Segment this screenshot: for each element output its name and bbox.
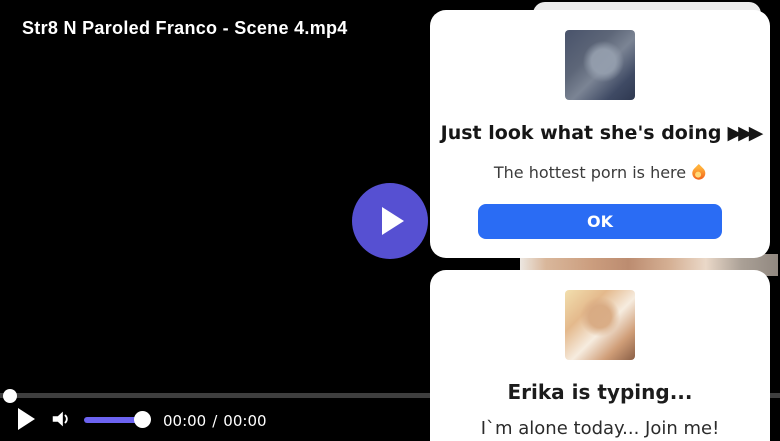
triple-arrows-icon: ▶▶▶: [727, 122, 763, 144]
fire-icon: [689, 164, 709, 183]
chat-popup[interactable]: Erika is typing... I`m alone today... Jo…: [430, 270, 770, 441]
duration: 00:00: [223, 412, 267, 430]
offer-title: Just look what she's doing ▶▶▶: [440, 122, 764, 144]
volume-icon[interactable]: [50, 408, 72, 430]
offer-thumbnail-image[interactable]: [565, 30, 635, 100]
video-title: Str8 N Paroled Franco - Scene 4.mp4: [22, 18, 348, 38]
big-play-button[interactable]: [352, 183, 428, 259]
offer-popup[interactable]: Just look what she's doing ▶▶▶ The hottes…: [430, 10, 770, 258]
play-button[interactable]: [18, 408, 35, 430]
chat-message: I`m alone today... Join me!: [480, 418, 720, 439]
time-display: 00:00 / 00:00: [163, 412, 267, 430]
chat-title: Erika is typing...: [507, 380, 693, 404]
current-time: 00:00: [163, 412, 207, 430]
page: Str8 N Paroled Franco - Scene 4.mp4 00:0…: [0, 0, 780, 441]
ok-button[interactable]: OK: [478, 204, 722, 239]
chat-avatar-image[interactable]: [565, 290, 635, 360]
time-separator: /: [212, 412, 218, 430]
play-icon: [382, 207, 404, 235]
volume-thumb[interactable]: [134, 411, 151, 428]
offer-subtitle: The hottest porn is here: [430, 162, 770, 184]
